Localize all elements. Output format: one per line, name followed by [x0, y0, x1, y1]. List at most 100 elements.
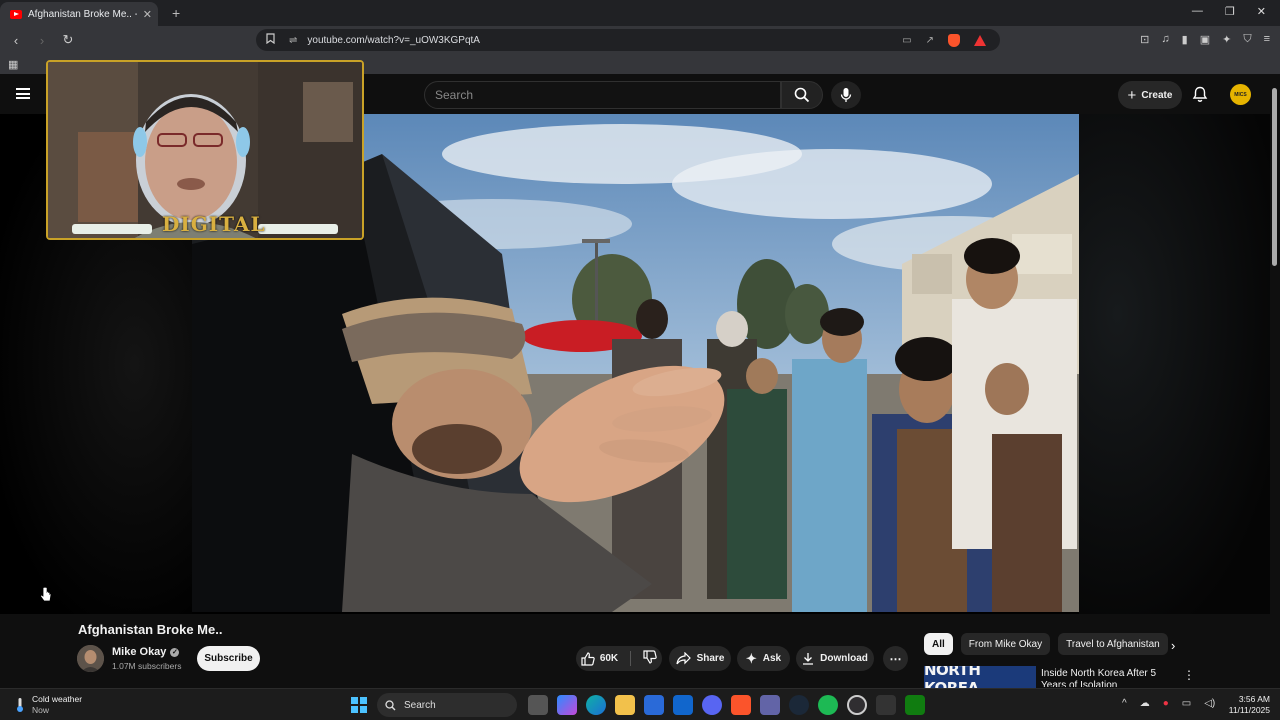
chip-all[interactable]: All — [924, 633, 953, 655]
webcam-banner-right — [258, 224, 338, 234]
search-input[interactable]: Search — [424, 81, 781, 109]
window-close-icon[interactable]: ✕ — [1257, 5, 1266, 18]
more-vertical-icon[interactable]: ⋮ — [1183, 668, 1195, 682]
bookmark-icon[interactable] — [266, 33, 275, 47]
channel-avatar[interactable] — [77, 645, 104, 672]
subscribe-button[interactable]: Subscribe — [197, 646, 260, 671]
volume-icon[interactable]: ◁) — [1204, 698, 1215, 709]
vpn-icon[interactable]: ⛉ — [1243, 33, 1251, 46]
more-actions-button[interactable]: ⋯ — [883, 646, 908, 671]
like-count: 60K — [599, 653, 619, 664]
create-button[interactable]: + Create — [1118, 81, 1182, 109]
sparkle-icon: ✦ — [745, 650, 757, 666]
youtube-favicon-icon — [10, 9, 22, 19]
thumbs-down-icon — [643, 650, 657, 664]
back-icon[interactable]: ‹ — [6, 33, 26, 48]
browser-toolbar: ‹ › ↻ ⇌ youtube.com/watch?v=_uOW3KGPqtA … — [0, 26, 1280, 54]
outlook-icon[interactable] — [673, 695, 693, 715]
recommendation-title[interactable]: Inside North Korea After 5 Years of Isol… — [1041, 668, 1181, 687]
site-settings-icon[interactable]: ⇌ — [289, 35, 297, 46]
hand-cursor-icon — [40, 587, 52, 602]
apps-grid-icon[interactable]: ▦ — [8, 58, 18, 71]
address-bar[interactable]: ⇌ youtube.com/watch?v=_uOW3KGPqtA ▭ ↗ — [256, 29, 1000, 51]
start-button[interactable] — [351, 697, 367, 713]
like-button[interactable]: 60K — [581, 651, 619, 666]
cast-icon[interactable]: ▭ — [902, 35, 911, 46]
restore-icon[interactable]: ❐ — [1225, 5, 1235, 18]
guide-menu-icon[interactable] — [16, 88, 30, 99]
sidebar-icon[interactable]: ▮ — [1182, 33, 1188, 46]
search-button[interactable] — [781, 81, 823, 109]
search-icon — [385, 699, 396, 710]
wallet-icon[interactable]: ▣ — [1200, 33, 1210, 46]
share-page-icon[interactable]: ↗ — [926, 35, 934, 46]
url-text[interactable]: youtube.com/watch?v=_uOW3KGPqtA — [307, 35, 902, 46]
thermometer-icon — [17, 698, 23, 712]
voice-search-button[interactable] — [831, 81, 861, 109]
subscriber-count: 1.07M subscribers — [112, 661, 182, 671]
file-explorer-icon[interactable] — [615, 695, 635, 715]
microphone-icon — [840, 88, 852, 102]
edge-icon[interactable] — [586, 695, 606, 715]
download-label: Download — [820, 653, 868, 664]
brave-shields-icon[interactable] — [948, 33, 960, 47]
share-icon — [675, 652, 691, 665]
plus-icon: + — [1127, 86, 1137, 104]
media-icon[interactable]: ♫ — [1161, 33, 1169, 46]
browser-tab-youtube[interactable]: Afghanistan Broke Me.. - YouTube ✕ — [0, 2, 158, 26]
mic-tray-icon[interactable]: ● — [1163, 698, 1169, 709]
ask-button[interactable]: ✦ Ask — [737, 646, 790, 671]
filter-chips: All From Mike Okay Travel to Afghanistan — [924, 633, 1168, 655]
leo-ai-icon[interactable]: ✦ — [1222, 33, 1231, 46]
search-icon — [794, 87, 810, 103]
minimize-icon[interactable]: — — [1192, 5, 1203, 18]
weather-widget[interactable]: Cold weather Now — [14, 694, 82, 716]
ask-label: Ask — [762, 653, 782, 664]
share-button[interactable]: Share — [669, 646, 731, 671]
browser-menu-icon[interactable]: ≡ — [1264, 33, 1270, 46]
task-view-icon[interactable] — [528, 695, 548, 715]
dislike-button[interactable] — [643, 650, 657, 667]
verified-check-icon: ✓ — [170, 647, 180, 657]
download-button[interactable]: Download — [796, 646, 874, 671]
g-hub-icon[interactable] — [876, 695, 896, 715]
chip-travel-afghanistan[interactable]: Travel to Afghanistan — [1058, 633, 1168, 655]
channel-name[interactable]: Mike Okay ✓ — [112, 646, 180, 658]
weather-title: Cold weather — [32, 694, 83, 704]
like-divider — [630, 651, 632, 666]
brave-icon[interactable] — [731, 695, 751, 715]
webcam-banner-left — [72, 224, 152, 234]
search-placeholder: Search — [435, 88, 474, 102]
discord-icon[interactable] — [702, 695, 722, 715]
account-avatar[interactable]: MICS — [1230, 84, 1251, 105]
chevron-right-icon[interactable]: › — [1171, 638, 1175, 653]
share-label: Share — [696, 653, 725, 664]
clock-date: 11/11/2025 — [1228, 705, 1270, 715]
network-icon[interactable]: ▭ — [1182, 698, 1191, 709]
window-controls: — ❐ ✕ — [1192, 5, 1266, 18]
xbox-icon[interactable] — [905, 695, 925, 715]
create-label: Create — [1141, 89, 1173, 101]
taskbar-search-label: Search — [404, 699, 436, 711]
chevron-up-icon[interactable]: ^ — [1122, 698, 1127, 709]
teams-icon[interactable] — [760, 695, 780, 715]
cloud-icon[interactable]: ☁ — [1140, 698, 1150, 709]
brave-rewards-icon[interactable] — [974, 34, 986, 46]
taskbar-search[interactable]: Search — [377, 693, 517, 717]
page-scrollbar[interactable] — [1272, 88, 1277, 266]
screenshot-icon[interactable]: ⊡ — [1140, 33, 1149, 46]
new-tab-icon[interactable]: + — [172, 5, 180, 21]
reload-icon[interactable]: ↻ — [58, 32, 78, 48]
obs-icon[interactable] — [847, 695, 867, 715]
webcam-overlay: DIGITAL — [46, 60, 364, 240]
notifications-bell-icon[interactable] — [1192, 86, 1208, 103]
store-icon[interactable] — [644, 695, 664, 715]
forward-icon[interactable]: › — [32, 33, 52, 48]
clock-time: 3:56 AM — [1238, 694, 1270, 704]
steam-icon[interactable] — [789, 695, 809, 715]
chip-from-channel[interactable]: From Mike Okay — [960, 633, 1051, 655]
copilot-icon[interactable] — [557, 695, 577, 715]
close-tab-icon[interactable]: ✕ — [143, 8, 152, 21]
spotify-icon[interactable] — [818, 695, 838, 715]
clock[interactable]: 3:56 AM 11/11/2025 — [1222, 694, 1270, 716]
